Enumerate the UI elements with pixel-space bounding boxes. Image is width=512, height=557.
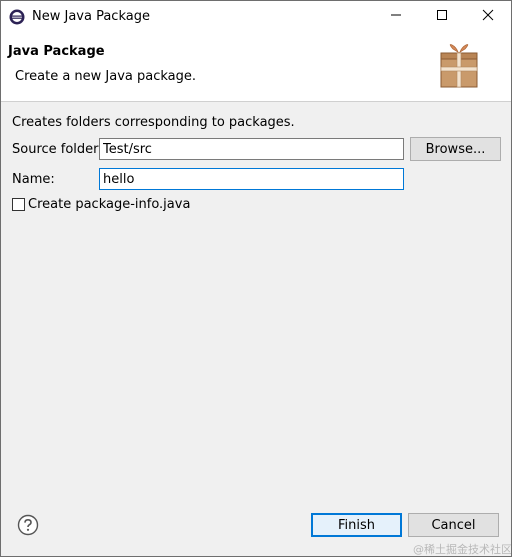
eclipse-app-icon	[9, 9, 25, 25]
cancel-button[interactable]: Cancel	[408, 513, 499, 537]
maximize-button[interactable]	[419, 1, 465, 33]
minimize-button[interactable]	[373, 1, 419, 33]
name-label: Name:	[12, 172, 55, 187]
title-bar[interactable]: New Java Package	[1, 1, 511, 33]
close-icon	[482, 8, 494, 26]
browse-button[interactable]: Browse...	[410, 137, 501, 161]
source-folder-field[interactable]	[99, 138, 404, 160]
page-description: Creates folders corresponding to package…	[12, 115, 295, 130]
finish-button[interactable]: Finish	[311, 513, 402, 537]
package-gift-icon	[439, 43, 479, 89]
package-info-checkbox[interactable]	[12, 198, 25, 211]
close-button[interactable]	[465, 1, 511, 33]
header-banner: Java Package Create a new Java package.	[1, 33, 511, 102]
banner-title: Java Package	[8, 44, 105, 59]
maximize-icon	[436, 8, 448, 26]
minimize-icon	[390, 8, 402, 26]
new-java-package-dialog: New Java Package Java Package Create a n…	[0, 0, 512, 557]
help-icon[interactable]	[17, 514, 39, 536]
name-field[interactable]	[99, 168, 404, 190]
source-folder-label: Source folder:	[12, 142, 103, 157]
banner-description: Create a new Java package.	[15, 69, 197, 84]
package-info-label[interactable]: Create package-info.java	[28, 197, 190, 212]
watermark: @稀土掘金技术社区	[413, 543, 512, 556]
window-title: New Java Package	[32, 9, 150, 24]
